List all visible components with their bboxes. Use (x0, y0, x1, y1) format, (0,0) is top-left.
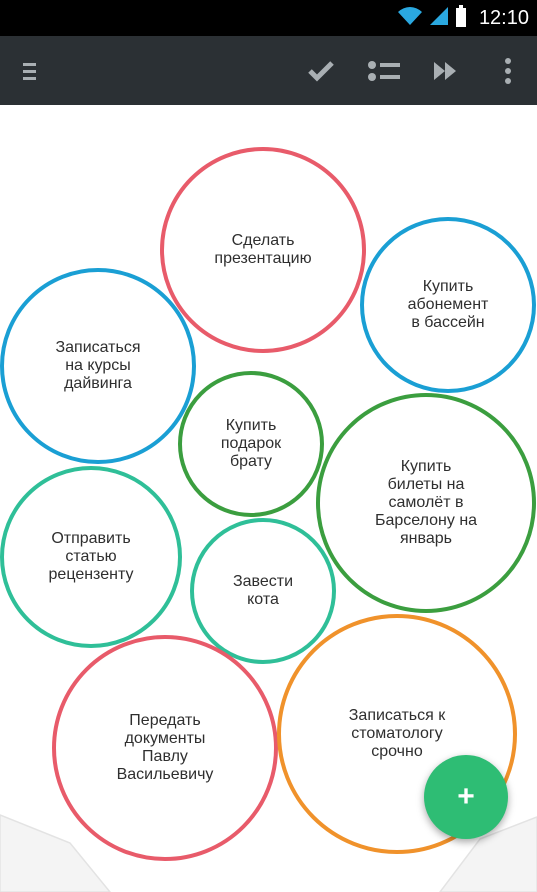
task-label: Купить билеты на самолёт в Барселону на … (374, 458, 478, 547)
list-icon[interactable] (364, 36, 404, 105)
task-bubble[interactable]: Передать документы Павлу Васильевичу (52, 635, 278, 861)
task-label: Купить подарок брату (220, 417, 282, 470)
overflow-menu-icon[interactable] (496, 36, 520, 105)
task-label: Записаться к стоматологу срочно (348, 707, 446, 760)
task-bubble[interactable]: Купить билеты на самолёт в Барселону на … (316, 393, 536, 613)
task-bubble[interactable]: Записаться на курсы дайвинга (0, 268, 196, 464)
signal-icon (429, 6, 449, 31)
status-icons: 12:10 (397, 0, 529, 36)
status-bar: 12:10 (0, 0, 537, 36)
task-label: Завести кота (232, 573, 294, 608)
toolbar (0, 36, 537, 105)
wifi-icon (397, 6, 423, 31)
add-task-button[interactable]: + (424, 755, 508, 839)
plus-icon: + (457, 780, 475, 813)
menu-icon[interactable] (14, 36, 46, 105)
checkmark-icon[interactable] (304, 36, 338, 105)
task-label: Сделать презентацию (214, 232, 312, 267)
task-label: Передать документы Павлу Васильевичу (116, 712, 214, 783)
fast-forward-icon[interactable] (428, 36, 462, 105)
task-label: Купить абонемент в бассейн (407, 278, 489, 331)
status-clock: 12:10 (478, 6, 529, 29)
task-bubble[interactable]: Отправить статью рецензенту (0, 466, 182, 648)
task-bubble[interactable]: Купить абонемент в бассейн (360, 217, 536, 393)
task-label: Отправить статью рецензенту (48, 530, 134, 583)
task-bubble[interactable]: Сделать презентацию (160, 147, 366, 353)
task-bubble[interactable]: Завести кота (190, 518, 336, 664)
battery-icon (455, 4, 467, 32)
task-bubble[interactable]: Купить подарок брату (178, 371, 324, 517)
task-label: Записаться на курсы дайвинга (55, 339, 141, 392)
